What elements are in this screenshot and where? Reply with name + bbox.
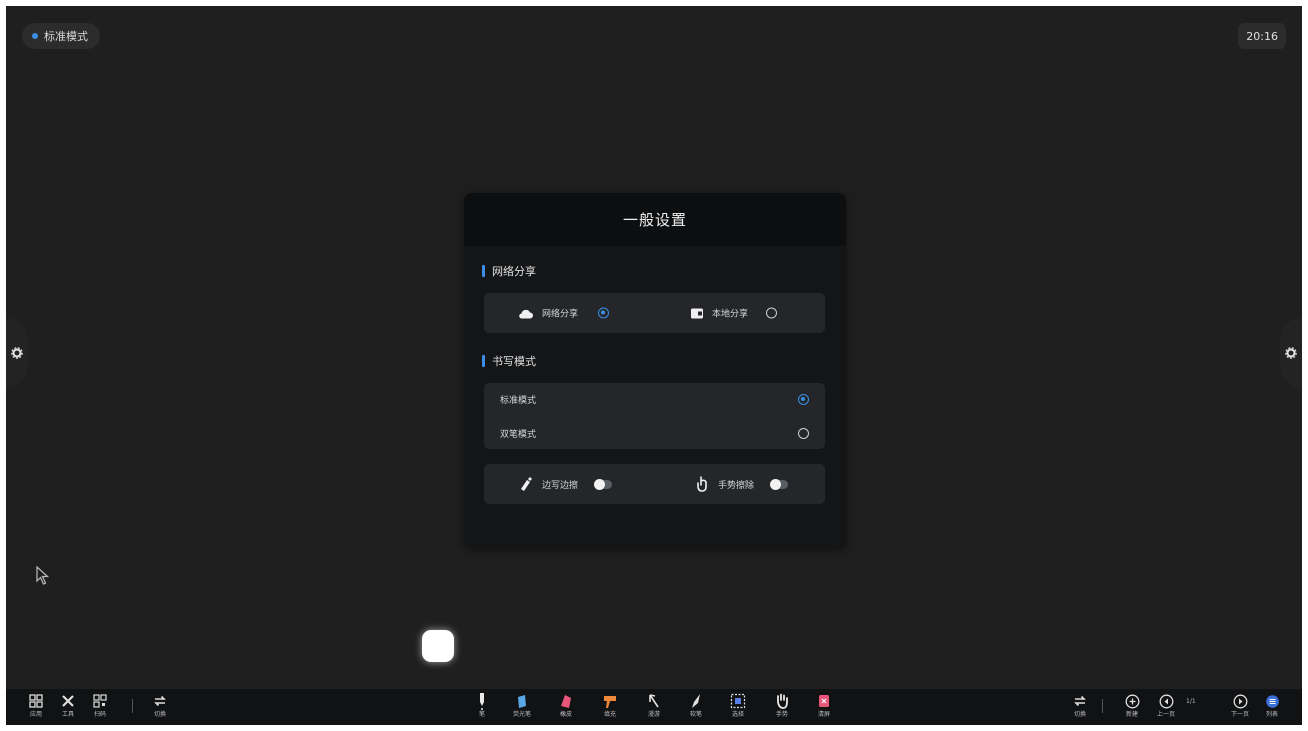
standard-mode-radio[interactable]: [798, 394, 809, 405]
write-erase-icon: [521, 477, 532, 491]
mode-label: 标准模式: [44, 30, 88, 43]
standard-mode-option[interactable]: 标准模式: [500, 393, 809, 406]
toggles-card: 边写边擦 手势擦除: [484, 464, 825, 504]
qr-icon: [93, 694, 107, 708]
gear-icon: [11, 347, 23, 359]
eraser-icon: [561, 695, 571, 708]
floating-menu-button[interactable]: [422, 630, 454, 662]
toolbar-switch-left[interactable]: 切换: [146, 691, 174, 719]
option-label: 本地分享: [712, 309, 749, 320]
toolbar-tools[interactable]: 工具: [54, 691, 82, 719]
toolbar-select[interactable]: 选择: [724, 691, 752, 719]
local-share-option[interactable]: 本地分享: [690, 307, 778, 320]
toolbar-fill[interactable]: 填充: [596, 691, 624, 719]
pointer-icon: [649, 694, 659, 708]
section-title: 网络分享: [492, 265, 536, 278]
bottom-toolbar: 应用 工具 扫码 切换 笔 荧光笔 橡皮 填充 漫游 软笔 选择 手势 清屏 切…: [6, 689, 1302, 725]
menu-icon: [1265, 694, 1279, 708]
writing-mode-card: 标准模式 双笔模式: [484, 383, 825, 449]
network-share-option[interactable]: 网络分享: [518, 307, 610, 320]
toolbar-pen[interactable]: 笔: [468, 691, 496, 719]
prev-page-icon: [1159, 694, 1173, 708]
dialog-title: 一般设置: [464, 193, 846, 246]
apps-icon: [29, 694, 43, 708]
mode-status-dot: [32, 33, 38, 39]
write-erase-option: 边写边擦: [518, 476, 613, 492]
hand-icon: [697, 476, 707, 492]
brush-icon: [692, 694, 700, 708]
mouse-cursor-icon: [36, 566, 50, 585]
select-icon: [730, 693, 746, 709]
toolbar-clear[interactable]: 清屏: [810, 691, 838, 719]
toolbar-roam[interactable]: 漫游: [640, 691, 668, 719]
local-share-icon: [691, 308, 703, 318]
hand-icon: [777, 693, 788, 709]
left-settings-button[interactable]: [6, 318, 28, 388]
local-share-radio[interactable]: [766, 307, 778, 319]
share-options-card: 网络分享 本地分享: [484, 293, 825, 333]
toggle-label: 手势擦除: [718, 480, 755, 491]
toolbar-scan[interactable]: 扫码: [86, 691, 114, 719]
general-settings-dialog: 一般设置 网络分享 网络分享 本地分享 书写模式 标准模式 双笔模式 边写边擦 …: [464, 193, 846, 548]
switch-icon: [1074, 695, 1086, 707]
option-label: 双笔模式: [500, 430, 537, 440]
toolbar-divider: [132, 699, 133, 713]
next-page-icon: [1233, 694, 1247, 708]
pen-icon: [480, 693, 484, 710]
gesture-erase-toggle[interactable]: [770, 478, 789, 490]
tools-icon: [62, 695, 74, 707]
toolbar-divider: [1102, 699, 1103, 713]
cloud-icon: [519, 309, 533, 319]
section-marker: [482, 265, 485, 277]
gear-icon: [1285, 347, 1297, 359]
clock: 20:16: [1238, 23, 1286, 49]
switch-icon: [154, 695, 166, 707]
toolbar-switch-right[interactable]: 切换: [1066, 691, 1094, 719]
write-erase-toggle[interactable]: [594, 478, 613, 490]
toolbar-highlighter[interactable]: 荧光笔: [508, 691, 536, 719]
toolbar-new-page[interactable]: 新建: [1118, 691, 1146, 719]
toolbar-brush[interactable]: 软笔: [682, 691, 710, 719]
gesture-erase-option: 手势擦除: [696, 476, 789, 492]
section-marker: [482, 355, 485, 367]
mode-indicator[interactable]: 标准模式: [22, 23, 100, 49]
clear-icon: [819, 695, 829, 707]
right-settings-button[interactable]: [1280, 318, 1302, 388]
page-indicator: 1/1: [1186, 698, 1196, 705]
toolbar-apps[interactable]: 应用: [22, 691, 50, 719]
toolbar-eraser[interactable]: 橡皮: [552, 691, 580, 719]
dual-pen-mode-option[interactable]: 双笔模式: [500, 427, 809, 440]
highlighter-icon: [518, 695, 526, 708]
option-label: 标准模式: [500, 396, 537, 406]
option-label: 网络分享: [542, 309, 579, 320]
add-page-icon: [1125, 694, 1139, 708]
toolbar-gesture[interactable]: 手势: [768, 691, 796, 719]
section-title: 书写模式: [492, 355, 536, 368]
dual-pen-mode-radio[interactable]: [798, 428, 809, 439]
toolbar-next-page[interactable]: 下一页: [1226, 691, 1254, 719]
writing-mode-section: 书写模式: [482, 353, 536, 369]
toggle-label: 边写边擦: [542, 480, 579, 491]
network-share-section: 网络分享: [482, 263, 536, 279]
whiteboard-canvas[interactable]: 标准模式 20:16 一般设置 网络分享 网络分享 本地分享 书写模式 标准模式…: [6, 6, 1302, 725]
toolbar-prev-page[interactable]: 上一页: [1152, 691, 1180, 719]
toolbar-page-list[interactable]: 列表: [1258, 691, 1286, 719]
fill-icon: [604, 696, 616, 708]
network-share-radio[interactable]: [598, 307, 610, 319]
